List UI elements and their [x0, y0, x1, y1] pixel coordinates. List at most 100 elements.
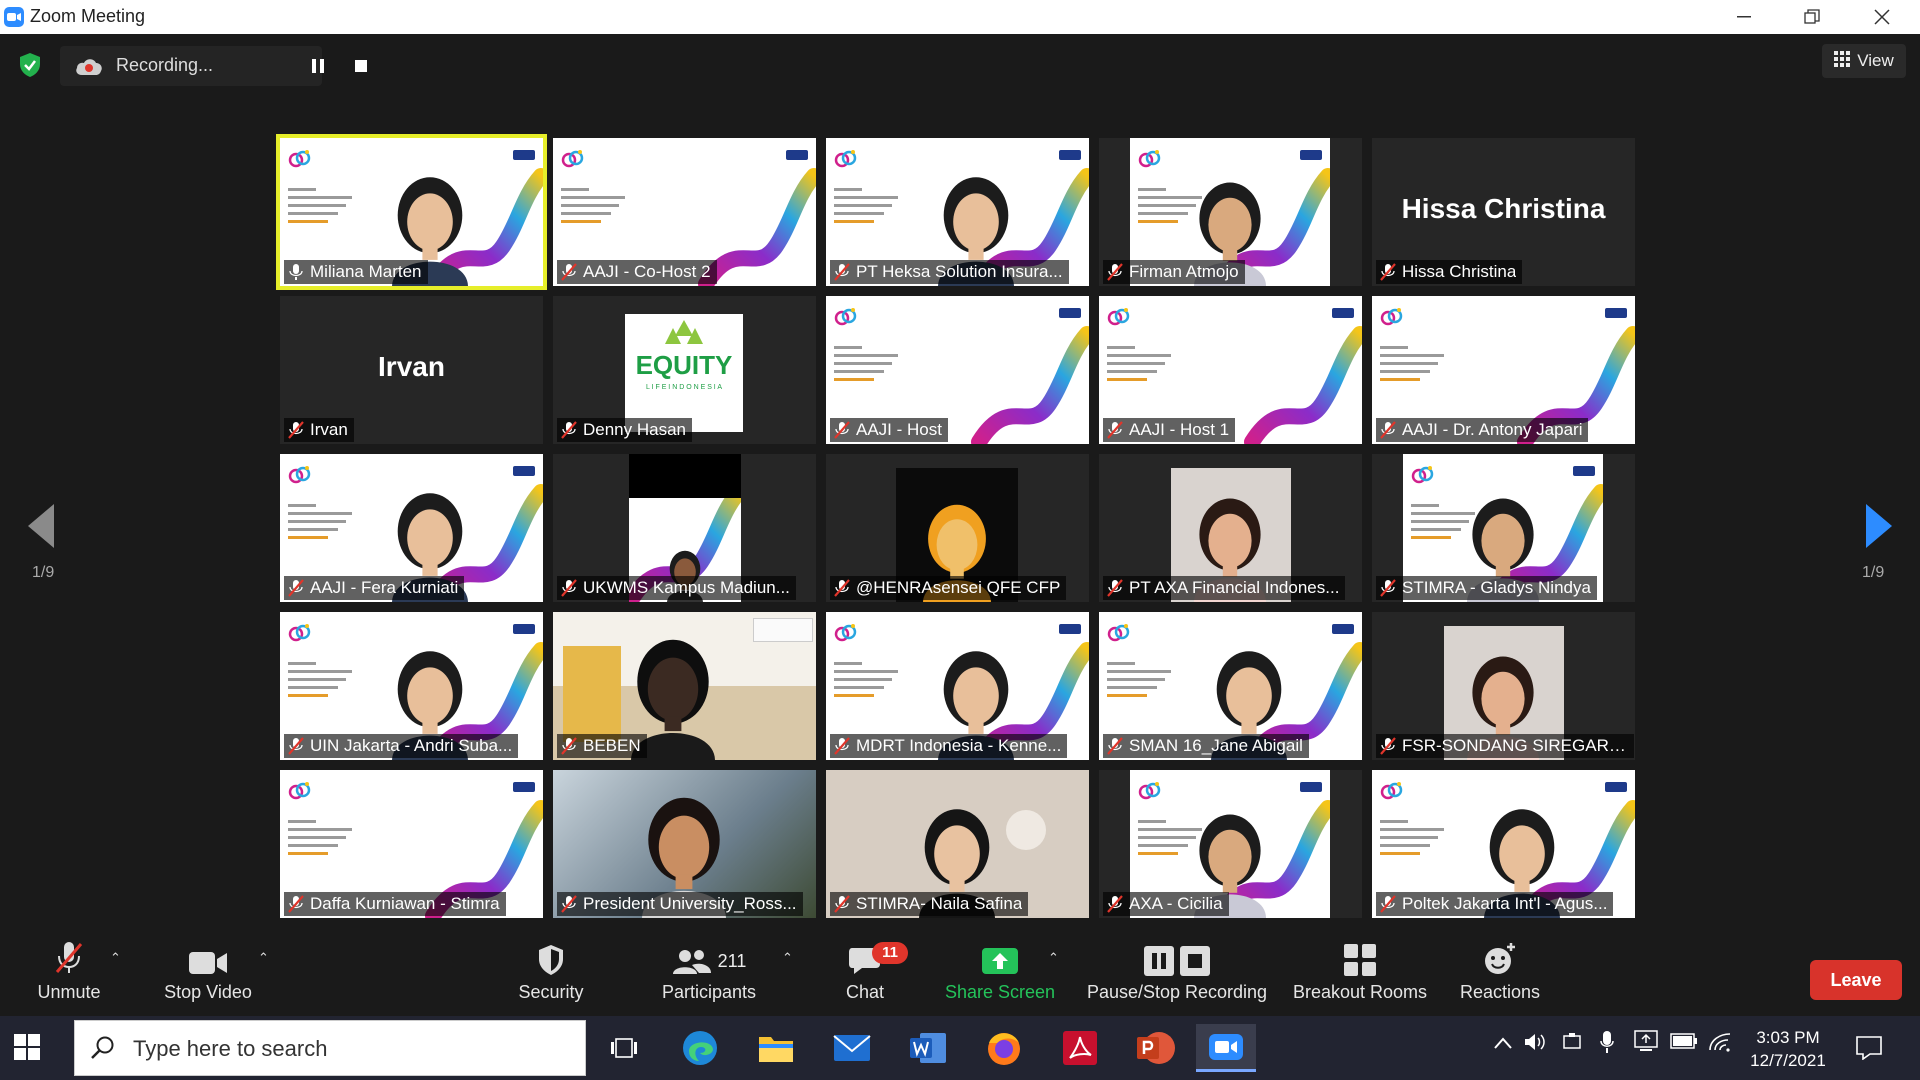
speaker-volume-icon[interactable] — [1524, 1032, 1546, 1057]
participant-tile[interactable]: President University_Ross... — [553, 770, 816, 918]
participant-tile[interactable]: SMAN 16_Jane Abigail — [1099, 612, 1362, 760]
participants-button[interactable]: 211 Participants — [654, 940, 764, 1003]
unmute-button[interactable]: Unmute — [26, 940, 112, 1003]
equity-life-logo: EQUITY L I F E I N D O N E S I A — [625, 314, 743, 432]
participant-tile[interactable]: STIMRA- Naila Safina — [826, 770, 1089, 918]
security-button[interactable]: Security — [508, 940, 594, 1003]
participant-name-label: President University_Ross... — [557, 892, 803, 916]
participant-name-label: UKWMS Kampus Madiun... — [557, 576, 796, 600]
participant-name: STIMRA- Naila Safina — [856, 894, 1023, 913]
taskbar-clock[interactable]: 3:03 PM 12/7/2021 — [1740, 1026, 1836, 1072]
participant-name: PT Heksa Solution Insura... — [856, 262, 1063, 281]
stop-recording-button[interactable] — [348, 53, 374, 79]
encryption-shield-icon[interactable] — [18, 52, 42, 78]
breakout-rooms-button[interactable]: Breakout Rooms — [1286, 940, 1434, 1003]
reactions-button[interactable]: Reactions — [1450, 940, 1550, 1003]
view-button[interactable]: View — [1822, 44, 1906, 78]
participant-tile[interactable]: STIMRA - Gladys Nindya — [1372, 454, 1635, 602]
microphone-in-use-icon[interactable] — [1600, 1030, 1614, 1059]
muted-mic-icon — [288, 737, 304, 755]
taskbar-search-box[interactable] — [74, 1020, 586, 1076]
participant-name: AXA - Cicilia — [1129, 894, 1223, 913]
powerpoint-icon[interactable] — [1126, 1024, 1186, 1072]
security-shield-icon — [508, 940, 594, 976]
participant-name-label: AXA - Cicilia — [1103, 892, 1229, 916]
share-screen-caret-icon[interactable]: ⌃ — [1048, 950, 1059, 966]
participant-tile[interactable]: AAJI - Host — [826, 296, 1089, 444]
participant-name: AAJI - Dr. Antony Japari — [1402, 420, 1583, 439]
participant-tile[interactable]: Irvan Irvan — [280, 296, 543, 444]
acrobat-icon[interactable] — [1050, 1024, 1110, 1072]
close-button[interactable] — [1850, 0, 1914, 34]
file-explorer-icon[interactable] — [746, 1024, 806, 1072]
muted-mic-icon — [1380, 579, 1396, 597]
device-icon[interactable] — [1562, 1032, 1582, 1057]
chat-unread-badge: 11 — [872, 942, 908, 964]
participant-name-label: @HENRAsensei QFE CFP — [830, 576, 1067, 600]
participant-tile[interactable]: AXA - Cicilia — [1099, 770, 1362, 918]
share-screen-button[interactable]: Share Screen — [940, 940, 1060, 1003]
participant-tile[interactable]: Poltek Jakarta Int'l - Agus... — [1372, 770, 1635, 918]
participant-name-label: FSR-SONDANG SIREGAR-... — [1376, 734, 1634, 758]
windows-start-icon[interactable] — [14, 1034, 40, 1065]
participant-tile[interactable]: UIN Jakarta - Andri Suba... — [280, 612, 543, 760]
word-icon[interactable] — [898, 1024, 958, 1072]
participant-tile[interactable]: EQUITY L I F E I N D O N E S I A Denny Has… — [553, 296, 816, 444]
audio-options-caret-icon[interactable]: ⌃ — [110, 950, 121, 966]
participant-tile[interactable]: AAJI - Dr. Antony Japari — [1372, 296, 1635, 444]
pause-recording-button[interactable] — [305, 53, 331, 79]
participant-name: Firman Atmojo — [1129, 262, 1239, 281]
participant-name: UIN Jakarta - Andri Suba... — [310, 736, 513, 755]
participant-tile[interactable]: @HENRAsensei QFE CFP — [826, 454, 1089, 602]
muted-mic-icon — [1107, 579, 1123, 597]
participant-tile[interactable]: Daffa Kurniawan - Stimra — [280, 770, 543, 918]
participant-name-label: AAJI - Host — [830, 418, 948, 442]
task-view-icon[interactable] — [594, 1024, 654, 1072]
participants-caret-icon[interactable]: ⌃ — [782, 950, 793, 966]
participant-tile[interactable]: PT Heksa Solution Insura... — [826, 138, 1089, 286]
zoom-taskbar-icon[interactable] — [1196, 1024, 1256, 1072]
previous-page-button[interactable] — [28, 504, 54, 553]
wifi-icon[interactable] — [1708, 1030, 1732, 1057]
participant-tile[interactable]: AAJI - Fera Kurniati — [280, 454, 543, 602]
pause-stop-recording-button[interactable]: Pause/Stop Recording — [1082, 940, 1272, 1003]
breakout-rooms-label: Breakout Rooms — [1292, 982, 1428, 1002]
muted-mic-icon — [834, 421, 850, 439]
stop-video-button[interactable]: Stop Video — [158, 940, 258, 1003]
mail-icon[interactable] — [822, 1024, 882, 1072]
show-hidden-icons-chevron-icon[interactable] — [1494, 1036, 1512, 1054]
participant-tile[interactable]: BEBEN — [553, 612, 816, 760]
breakout-rooms-icon — [1286, 940, 1434, 976]
firefox-icon[interactable] — [974, 1024, 1034, 1072]
chat-label: Chat — [845, 982, 885, 1002]
minimize-button[interactable] — [1712, 0, 1776, 34]
recording-indicator: Recording... — [60, 46, 367, 86]
action-center-icon[interactable] — [1856, 1036, 1882, 1065]
restore-button[interactable] — [1780, 0, 1844, 34]
participant-tile[interactable]: UKWMS Kampus Madiun... — [553, 454, 816, 602]
participant-tile[interactable]: Firman Atmojo — [1099, 138, 1362, 286]
participant-name: Hissa Christina — [1402, 262, 1517, 281]
muted-mic-icon — [1107, 421, 1123, 439]
participant-tile[interactable]: PT AXA Financial Indones... — [1099, 454, 1362, 602]
search-input[interactable] — [131, 1031, 565, 1067]
video-options-caret-icon[interactable]: ⌃ — [258, 950, 269, 966]
participant-tile[interactable]: AAJI - Co-Host 2 — [553, 138, 816, 286]
stop-video-label: Stop Video — [164, 982, 252, 1002]
battery-icon[interactable] — [1670, 1032, 1698, 1055]
participant-name: SMAN 16_Jane Abigail — [1129, 736, 1303, 755]
muted-mic-icon — [288, 895, 304, 913]
participant-tile[interactable]: FSR-SONDANG SIREGAR-... — [1372, 612, 1635, 760]
participant-tile[interactable]: Miliana Marten — [276, 134, 547, 290]
participant-tile[interactable]: Hissa Christina Hissa Christina — [1372, 138, 1635, 286]
edge-browser-icon[interactable] — [670, 1024, 730, 1072]
security-label: Security — [518, 982, 584, 1002]
muted-mic-icon — [834, 579, 850, 597]
participant-tile[interactable]: MDRT Indonesia - Kenne... — [826, 612, 1089, 760]
participant-tile[interactable]: AAJI - Host 1 — [1099, 296, 1362, 444]
pause-stop-recording-icon — [1082, 940, 1272, 976]
screen-share-tray-icon[interactable] — [1634, 1030, 1660, 1057]
leave-button[interactable]: Leave — [1810, 960, 1902, 1000]
participant-name: UKWMS Kampus Madiun... — [583, 578, 790, 597]
next-page-button[interactable] — [1866, 504, 1892, 553]
